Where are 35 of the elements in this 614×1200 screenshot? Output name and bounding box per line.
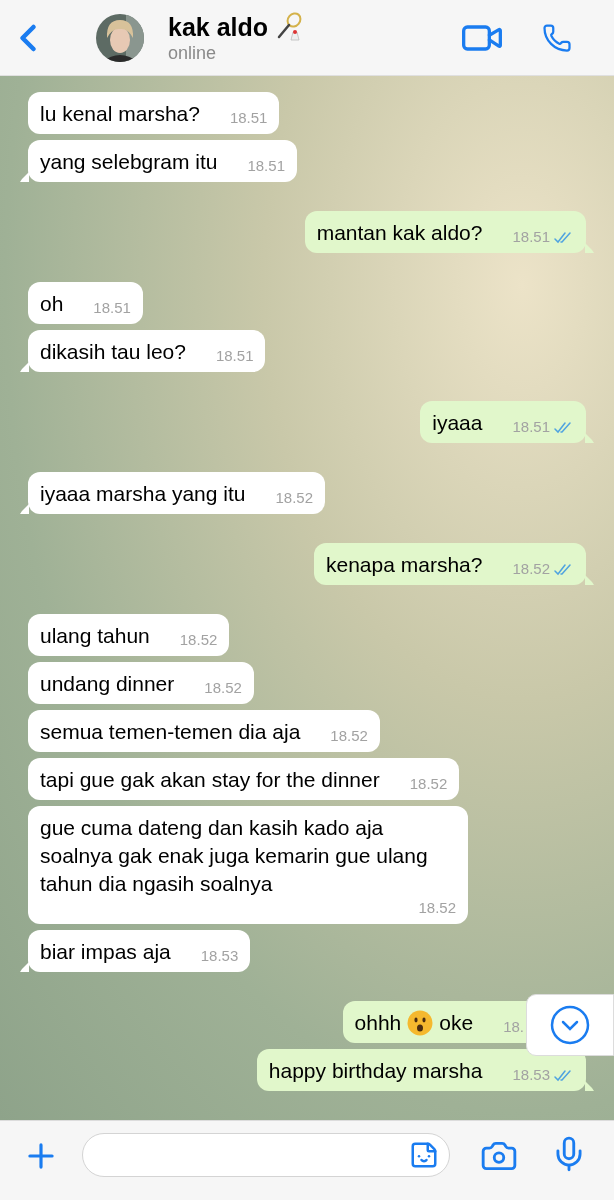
message-time: 18.53 xyxy=(512,1065,550,1085)
message-text: gue cuma dateng dan kasih kado aja soalnya gak enak juga kemarin gue ulang tahun dia ngasih soalnya xyxy=(40,815,429,897)
contact-name: kak aldo xyxy=(168,11,269,42)
message-text: biar impas aja xyxy=(40,939,171,965)
message-time: 18.51 xyxy=(247,156,285,176)
message-text: iyaaa xyxy=(432,410,483,436)
message-text: lu kenal marsha? xyxy=(40,101,200,127)
message-time: 18.52 xyxy=(179,630,218,650)
message-text: oh xyxy=(40,291,64,317)
message-text: ohhh xyxy=(354,1010,402,1036)
message-text: semua temen-temen dia aja xyxy=(40,719,301,745)
message-time: 18.52 xyxy=(418,898,456,918)
message-text: mantan kak aldo? xyxy=(316,220,483,246)
message-time: 18.52 xyxy=(512,559,550,579)
message-time: 18.53 xyxy=(200,946,239,966)
message-time: 18.52 xyxy=(409,774,448,794)
message-time: 18.51 xyxy=(93,298,131,318)
message-time: 18.52 xyxy=(330,726,368,746)
message-text: ulang tahun xyxy=(40,623,150,649)
message-text: kenapa marsha? xyxy=(326,552,483,578)
message-text: oke xyxy=(439,1010,474,1036)
contact-status: online xyxy=(168,41,218,64)
message-time: 18.52 xyxy=(275,488,313,508)
message-text: iyaaa marsha yang itu xyxy=(40,481,246,507)
message-text: yang selebgram itu xyxy=(40,149,218,175)
message-text: tapi gue gak akan stay for the dinner xyxy=(40,767,380,793)
message-text: dikasih tau leo? xyxy=(40,339,186,365)
message-time: 18.51 xyxy=(512,227,550,247)
message-text: happy birthday marsha xyxy=(268,1058,483,1084)
message-time: 18.51 xyxy=(229,108,268,128)
message-time: 18.51 xyxy=(512,417,550,437)
message-time: 18. xyxy=(503,1017,524,1037)
message-text: undang dinner xyxy=(40,671,175,697)
message-time: 18.51 xyxy=(215,346,254,366)
message-time: 18.52 xyxy=(204,678,242,698)
